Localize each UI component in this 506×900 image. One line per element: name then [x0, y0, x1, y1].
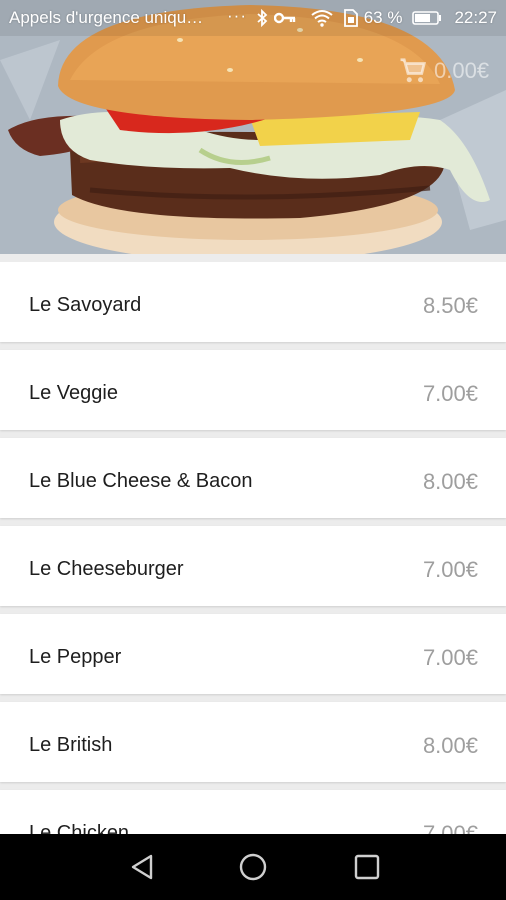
sim-icon [343, 9, 358, 27]
menu-item-blue-cheese-bacon[interactable]: Le Blue Cheese & Bacon 8.00€ [0, 438, 506, 518]
menu-item-british[interactable]: Le British 8.00€ [0, 702, 506, 782]
bluetooth-icon [257, 9, 268, 27]
home-icon[interactable] [238, 852, 268, 882]
status-time: 22:27 [454, 8, 497, 27]
overflow-indicator: ··· [227, 6, 247, 25]
notification-text: Appels d'urgence uniqu… [9, 8, 204, 27]
system-nav-bar [0, 834, 506, 900]
item-price: 7.00€ [422, 645, 478, 670]
wifi-icon [311, 10, 333, 27]
battery-icon [412, 11, 442, 25]
header-burger-image [0, 0, 506, 254]
cart-icon [400, 58, 427, 83]
item-name: Le Pepper [29, 646, 122, 668]
item-price: 8.00€ [422, 469, 478, 494]
item-price: 7.00€ [422, 381, 478, 406]
item-name: Le Cheeseburger [29, 558, 184, 580]
vpn-key-icon [273, 12, 295, 24]
item-price: 7.00€ [422, 557, 478, 582]
recents-icon[interactable] [352, 852, 382, 882]
burger-illustration [0, 0, 506, 254]
cart-amount: 0.00€ [434, 58, 490, 83]
item-name: Le Blue Cheese & Bacon [29, 470, 253, 492]
item-price: 8.00€ [422, 733, 478, 758]
item-price: 7.00€ [422, 821, 478, 834]
status-bar: Appels d'urgence uniqu… ··· 63 % 22:27 [0, 0, 506, 36]
menu-list[interactable]: Le Savoyard 8.50€ Le Veggie 7.00€ Le Blu… [0, 262, 506, 834]
menu-item-chicken[interactable]: Le Chicken 7.00€ [0, 790, 506, 834]
back-icon[interactable] [127, 852, 157, 882]
item-name: Le Savoyard [29, 294, 142, 316]
status-icons: 63 % 22:27 [256, 8, 497, 28]
item-name: Le British [29, 734, 113, 756]
menu-item-cheeseburger[interactable]: Le Cheeseburger 7.00€ [0, 526, 506, 606]
menu-item-savoyard[interactable]: Le Savoyard 8.50€ [0, 262, 506, 342]
battery-percent: 63 % [363, 8, 403, 27]
menu-item-veggie[interactable]: Le Veggie 7.00€ [0, 350, 506, 430]
item-name: Le Chicken [29, 822, 130, 834]
cart-button[interactable]: 0.00€ [398, 56, 489, 86]
menu-item-pepper[interactable]: Le Pepper 7.00€ [0, 614, 506, 694]
item-name: Le Veggie [29, 382, 118, 404]
item-price: 8.50€ [422, 293, 478, 318]
